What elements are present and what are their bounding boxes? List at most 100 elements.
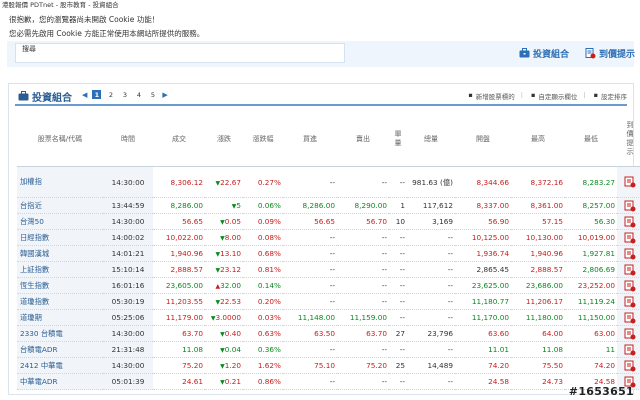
table-row[interactable]: 台指近 13:44:59 8,286.00 ▼5 0.06% 8,286.00 8,290.… [17, 197, 640, 214]
open-price: 23,625.00 [455, 277, 511, 294]
stock-name[interactable]: 台指近 [17, 197, 103, 214]
col-name[interactable]: 股票名稱/代碼 [17, 112, 103, 167]
arrow-left-icon[interactable]: ◀ [82, 91, 87, 99]
open-price: 11.01 [455, 341, 511, 358]
stock-name[interactable]: 韓國漢城 [17, 245, 103, 262]
price-alert-link[interactable]: 到價提示 [585, 46, 635, 60]
table-row[interactable]: 台積電ADR 21:31:48 11.08 ▼0.04 0.36% -- -- -- -- 11.… [17, 341, 640, 358]
total-volume: 981.63 (億) [407, 166, 455, 198]
ask-price: 11,159.00 [337, 309, 389, 326]
table-row[interactable]: 道瓊指數 05:30:19 11,203.55 ▼22.53 0.20% -- -- -- --… [17, 293, 640, 310]
last-price: 10,022.00 [153, 229, 205, 246]
high-price: 23,686.00 [511, 277, 565, 294]
col-high[interactable]: 最高 [511, 112, 565, 167]
table-row[interactable]: 2330 台積電 14:30:00 63.70 ▼0.40 0.63% 63.50 63.7… [17, 325, 640, 342]
table-row[interactable]: 2412 中華電 14:30:00 75.20 ▼1.20 1.62% 75.10 75.2… [17, 357, 640, 374]
col-pct[interactable]: 漲跌幅 [243, 112, 283, 167]
col-price[interactable]: 成交 [153, 112, 205, 167]
col-volume[interactable]: 總量 [407, 112, 455, 167]
flag-icon[interactable] [624, 296, 636, 308]
stock-name[interactable]: 加權指 [17, 166, 103, 198]
col-unit[interactable]: 單量 [389, 112, 407, 167]
table-row[interactable]: 日經指數 14:00:02 10,022.00 ▼8.00 0.08% -- -- -- -- 1… [17, 229, 640, 246]
panel-title-label: 投資組合 [32, 92, 72, 104]
change-value: 0.04 [224, 345, 241, 354]
price-change: ▼3.0000 [205, 309, 243, 326]
flag-icon[interactable] [624, 248, 636, 260]
price-change: ▼22.67 [205, 166, 243, 198]
stock-name[interactable]: 道瓊指數 [17, 293, 103, 310]
total-volume: 117,612 [407, 197, 455, 214]
table-header: 股票名稱/代碼 時間 成交 漲跌 漲跌幅 買進 賣出 單量 總量 開盤 最高 最… [17, 112, 640, 167]
stock-name[interactable]: 2412 中華電 [17, 357, 103, 374]
low-price: 56.30 [565, 213, 617, 230]
price-change: ▼13.10 [205, 245, 243, 262]
stock-name[interactable]: 台積電ADR [17, 341, 103, 358]
cookie-notice-line1: 很抱歉，您的瀏覽器尚未開啟 Cookie 功能！ [9, 15, 160, 24]
page-3[interactable]: 3 [120, 90, 129, 99]
flag-icon[interactable] [624, 176, 636, 188]
low-price: 10,019.00 [565, 229, 617, 246]
arrow-right-icon[interactable]: ▶ [162, 91, 167, 99]
search-box[interactable]: 搜尋 [15, 43, 345, 63]
page-4[interactable]: 4 [134, 90, 143, 99]
price-alert-link-label: 到價提示 [599, 49, 636, 60]
flag-icon[interactable] [624, 264, 636, 276]
table-row[interactable]: 加權指 14:30:00 8,306.12 ▼22.67 0.27% -- -- -- 981.… [17, 166, 640, 198]
page-2[interactable]: 2 [106, 90, 115, 99]
price-change: ▼5 [205, 197, 243, 214]
stock-name[interactable]: 道瓊期 [17, 309, 103, 326]
pagination: ◀ 1 2 3 4 5 ▶ [82, 90, 173, 99]
unit-volume: -- [389, 245, 407, 262]
table-row[interactable]: 中華電ADR 05:01:39 24.61 ▼0.21 0.86% -- -- -- -- 24.… [17, 373, 640, 390]
col-open[interactable]: 開盤 [455, 112, 511, 167]
quote-time: 05:01:39 [103, 373, 153, 390]
flag-icon[interactable] [624, 328, 636, 340]
low-price: 11,150.00 [565, 309, 617, 326]
unit-volume: -- [389, 229, 407, 246]
low-price: 2,806.69 [565, 261, 617, 278]
unit-volume: 1 [389, 197, 407, 214]
col-low[interactable]: 最低 [565, 112, 617, 167]
col-time[interactable]: 時間 [103, 112, 153, 167]
open-price: 1,936.74 [455, 245, 511, 262]
table-row[interactable]: 道瓊期 05:25:06 11,179.00 ▼3.0000 0.03% 11,148.0… [17, 309, 640, 326]
stock-name[interactable]: 上証指數 [17, 261, 103, 278]
page-1[interactable]: 1 [92, 90, 102, 99]
flag-icon[interactable] [624, 360, 636, 372]
table-row[interactable]: 台灣50 14:30:00 56.65 ▼0.05 0.09% 56.65 56.70 10 3… [17, 213, 640, 230]
custom-columns-link[interactable]: 自定顯示欄位 [538, 91, 577, 101]
flag-icon[interactable] [624, 344, 636, 356]
stock-name[interactable]: 2330 台積電 [17, 325, 103, 342]
flag-icon[interactable] [624, 280, 636, 292]
portfolio-link[interactable]: 投資組合 [519, 46, 569, 60]
col-bid[interactable]: 買進 [283, 112, 337, 167]
stock-name[interactable]: 日經指數 [17, 229, 103, 246]
high-price: 11.08 [511, 341, 565, 358]
flag-icon[interactable] [624, 232, 636, 244]
col-change[interactable]: 漲跌 [205, 112, 243, 167]
last-price: 23,605.00 [153, 277, 205, 294]
col-ask[interactable]: 賣出 [337, 112, 389, 167]
flag-icon[interactable] [624, 216, 636, 228]
page-5[interactable]: 5 [148, 90, 157, 99]
low-price: 8,257.00 [565, 197, 617, 214]
add-stock-link[interactable]: 新增股票標的 [476, 91, 515, 101]
table-row[interactable]: 恆生指數 16:01:16 23,605.00 ▲32.00 0.14% -- -- -- --… [17, 277, 640, 294]
total-volume: -- [407, 293, 455, 310]
flag-icon[interactable] [624, 312, 636, 324]
flag-icon[interactable] [624, 200, 636, 212]
alert-cell [617, 261, 640, 278]
low-price: 1,927.81 [565, 245, 617, 262]
table-row[interactable]: 上証指數 15:10:14 2,888.57 ▼23.12 0.81% -- -- -- -- 2… [17, 261, 640, 278]
table-row[interactable]: 韓國漢城 14:01:21 1,940.96 ▼13.10 0.68% -- -- -- -- 1… [17, 245, 640, 262]
last-price: 63.70 [153, 325, 205, 342]
col-alert[interactable]: 到價提示 [617, 112, 640, 167]
change-pct: 0.09% [243, 213, 283, 230]
stock-name[interactable]: 恆生指數 [17, 277, 103, 294]
unit-volume: -- [389, 261, 407, 278]
stock-name[interactable]: 台灣50 [17, 213, 103, 230]
sort-settings-link[interactable]: 設定排序 [601, 91, 627, 101]
stock-name[interactable]: 中華電ADR [17, 373, 103, 390]
top-toolbar: 搜尋 投資組合 到價提示 [7, 41, 635, 67]
